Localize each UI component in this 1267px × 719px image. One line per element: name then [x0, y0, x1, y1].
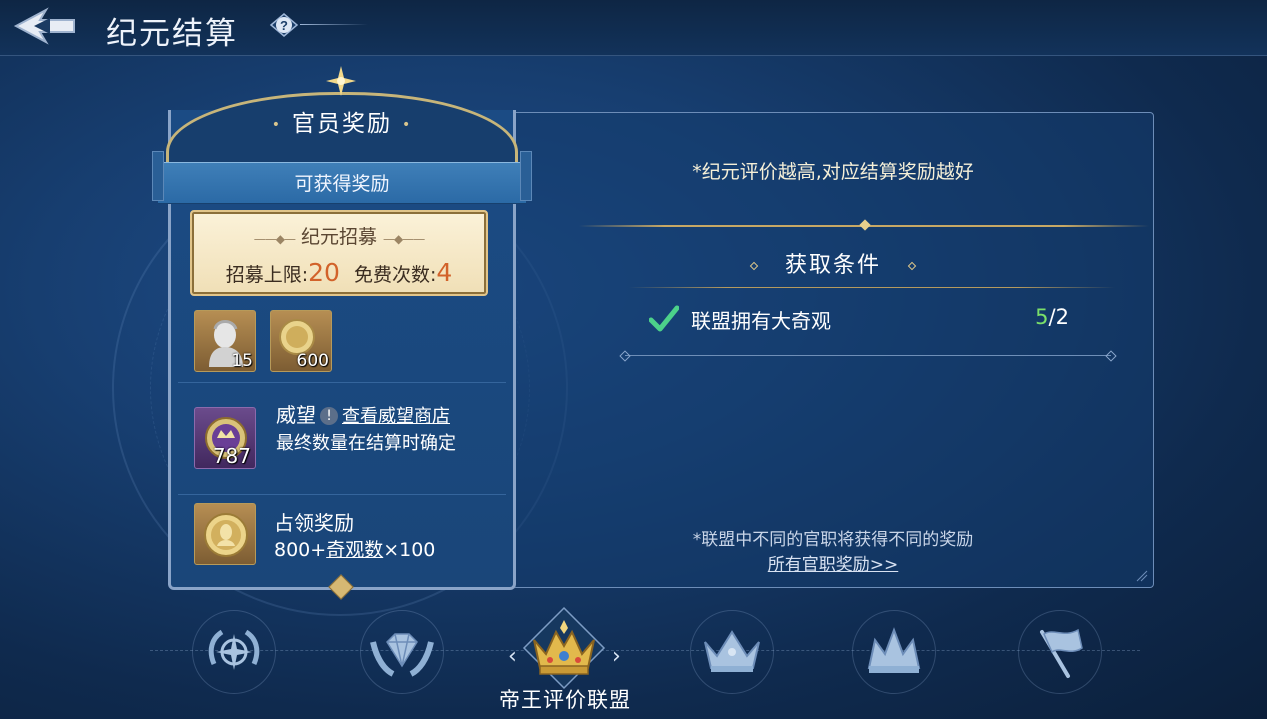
condition-progress: 5/2	[1035, 305, 1069, 329]
corner-ornament-icon	[1136, 570, 1148, 582]
back-button[interactable]	[10, 4, 80, 48]
prestige-title: 威望! 查看威望商店	[276, 399, 450, 428]
recruit-limit-label: 招募上限:	[225, 264, 309, 286]
title-divider	[300, 24, 368, 25]
tab-silver-crown[interactable]	[690, 610, 774, 694]
condition-row: 联盟拥有大奇观 5/2	[629, 301, 1115, 337]
office-note: *联盟中不同的官职将获得不同的奖励	[692, 530, 974, 550]
occupation-slot[interactable]	[194, 503, 256, 565]
ornament-left: ——◆—	[253, 232, 296, 246]
gold-crown-icon	[533, 620, 595, 675]
tab-ring	[690, 610, 774, 694]
title-ornament-right: •	[402, 116, 413, 133]
conditions-title-text: 获取条件	[784, 253, 881, 278]
prev-tab-arrow[interactable]: ‹	[508, 644, 517, 669]
tab-ring	[852, 610, 936, 694]
recruit-free-label: 免费次数:	[353, 264, 437, 286]
occupation-formula: 800+奇观数×100	[274, 535, 435, 562]
conditions-title: 获取条件	[513, 247, 1153, 279]
available-rewards-ribbon: 可获得奖励	[152, 151, 532, 204]
check-icon	[649, 305, 679, 332]
office-rewards-link[interactable]: 所有官职奖励>>	[768, 555, 899, 575]
prestige-count: 787	[212, 444, 251, 468]
active-tab-label: 帝王评价联盟	[499, 688, 631, 712]
item-count: 600	[296, 351, 329, 371]
tab-diamond-wings[interactable]	[360, 610, 444, 694]
formula-prefix: 800+	[274, 539, 327, 561]
reward-card-title-text: 官员奖励	[292, 111, 392, 137]
recruit-free-value: 4	[436, 258, 453, 287]
top-bar: 纪元结算 ?	[0, 0, 1267, 56]
ornament-right: —◆——	[383, 232, 425, 246]
info-icon: !	[320, 407, 338, 425]
tab-pointed-crown[interactable]	[852, 610, 936, 694]
help-button[interactable]: ?	[268, 10, 300, 40]
ornament-diamond	[749, 261, 759, 271]
prestige-reward-row: 787 威望! 查看威望商店 最终数量在结算时确定	[178, 382, 506, 494]
tab-ring	[192, 610, 276, 694]
tab-ring	[360, 610, 444, 694]
star-ornament-icon	[326, 66, 356, 96]
prestige-slot[interactable]: 787	[194, 407, 256, 469]
condition-current: 5	[1035, 305, 1049, 329]
svg-text:?: ?	[280, 18, 288, 33]
reward-item-slot[interactable]: 600	[270, 310, 332, 372]
item-count: 15	[231, 351, 253, 371]
prestige-title-text: 威望	[276, 403, 316, 427]
wonder-count-link[interactable]: 奇观数	[326, 539, 383, 561]
prestige-shop-link[interactable]: 查看威望商店	[342, 406, 450, 427]
tab-ring	[1018, 610, 1102, 694]
recruit-title: ——◆— 纪元招募 —◆——	[192, 222, 486, 249]
page-title: 纪元结算	[106, 16, 238, 52]
occupation-title: 占领奖励	[274, 511, 354, 535]
info-panel: *纪元评价越高,对应结算奖励越好 获取条件 联盟拥有大奇观 5/2 *联盟中不同…	[512, 112, 1154, 588]
tab-compass-laurel[interactable]	[192, 610, 276, 694]
tabs-track	[150, 650, 1140, 651]
era-recruit-box: ——◆— 纪元招募 —◆—— 招募上限:20 免费次数:4	[190, 210, 488, 296]
formula-suffix: ×100	[383, 539, 436, 561]
office-rewards-link-wrap: 所有官职奖励>>	[513, 550, 1153, 575]
gold-medallion-icon	[204, 513, 248, 557]
next-tab-arrow[interactable]: ›	[612, 644, 621, 669]
recruit-title-text: 纪元招募	[300, 226, 377, 248]
condition-text: 联盟拥有大奇观	[691, 309, 831, 333]
condition-target: 2	[1055, 305, 1069, 329]
conditions-divider	[629, 287, 1115, 288]
condition-separator: /	[1048, 305, 1056, 329]
rating-note: *纪元评价越高,对应结算奖励越好	[692, 161, 974, 183]
reward-item-slot[interactable]: 15	[194, 310, 256, 372]
title-ornament-left: •	[271, 116, 282, 133]
occupation-reward-row: 占领奖励 800+奇观数×100	[178, 494, 506, 576]
reward-card-title: • 官员奖励 •	[166, 104, 518, 138]
tab-emperor-alliance[interactable]	[522, 606, 606, 690]
question-icon: ?	[269, 13, 299, 37]
ornament-diamond	[907, 261, 917, 271]
back-arrow-icon	[13, 7, 75, 45]
prestige-note: 最终数量在结算时确定	[276, 433, 456, 454]
recruit-stats: 招募上限:20 免费次数:4	[192, 258, 486, 287]
tab-flag[interactable]	[1018, 610, 1102, 694]
condition-separator-line	[625, 355, 1111, 356]
divider-diamond	[859, 219, 871, 231]
recruit-limit-value: 20	[308, 258, 340, 287]
